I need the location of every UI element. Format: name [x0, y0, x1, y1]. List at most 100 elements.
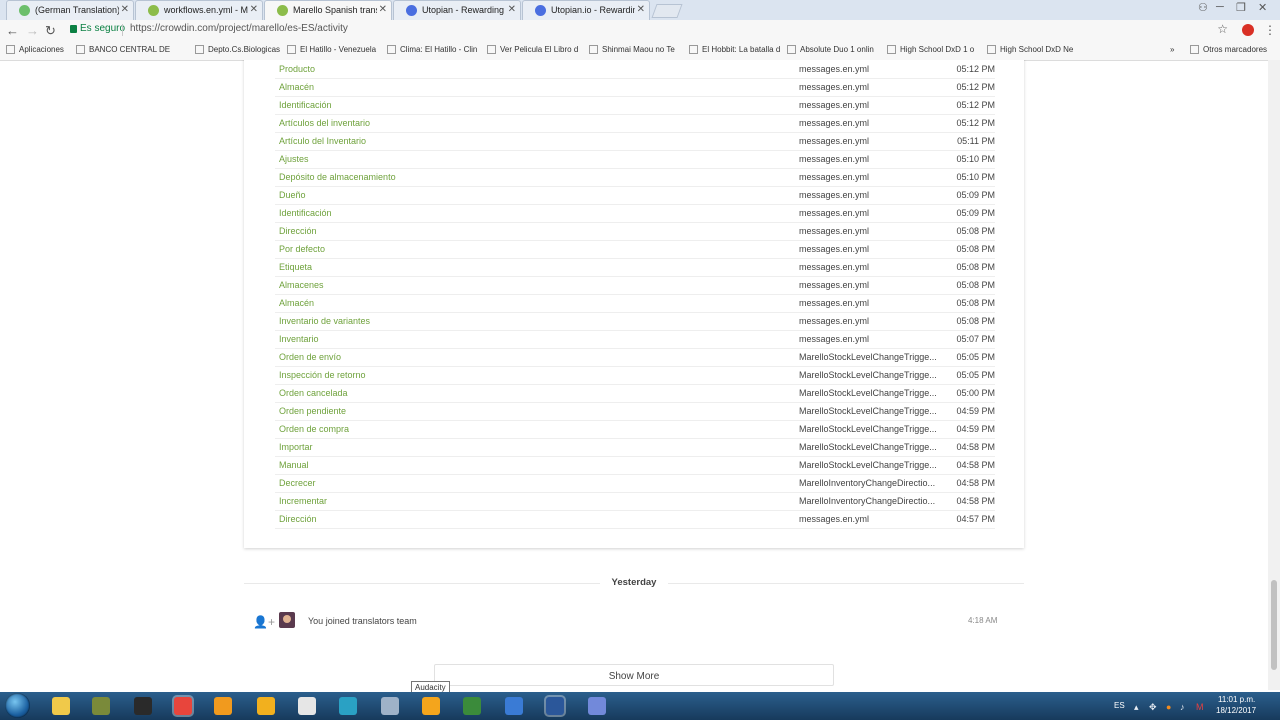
explorer-icon[interactable]: [52, 697, 70, 715]
translated-string-link[interactable]: Orden de compra: [279, 424, 349, 434]
translated-string-link[interactable]: Orden cancelada: [279, 388, 348, 398]
bookmark-item[interactable]: El Hobbit: La batalla d: [689, 45, 780, 54]
close-tab-icon[interactable]: ✕: [379, 4, 387, 15]
apps-grid-icon: [6, 45, 15, 54]
minimize-icon[interactable]: ─: [1216, 1, 1224, 13]
close-tab-icon[interactable]: ✕: [250, 4, 258, 15]
browser-tab[interactable]: (German Translation) e2✕: [6, 0, 134, 20]
bookmark-item[interactable]: El Hatillo - Venezuela: [287, 45, 376, 54]
activity-time: 04:58 PM: [956, 460, 995, 470]
activity-time: 04:58 PM: [956, 442, 995, 452]
new-tab-button[interactable]: [651, 4, 683, 18]
url-text[interactable]: https://crowdin.com/project/marello/es-E…: [130, 23, 348, 34]
bookmark-item[interactable]: Ver Pelicula El Libro d: [487, 45, 578, 54]
bookmarks-overflow-icon[interactable]: »: [1170, 45, 1174, 54]
activity-card: Producto messages.en.yml 05:12 PM Almacén me…: [244, 60, 1024, 548]
translated-string-link[interactable]: Manual: [279, 460, 309, 470]
activity-row: Manual MarelloStockLevelChangeTrigge... 04…: [275, 456, 995, 475]
close-tab-icon[interactable]: ✕: [121, 4, 129, 15]
extension-icon[interactable]: [1242, 24, 1254, 36]
browser-tab[interactable]: workflows.en.yml - Mare✕: [135, 0, 263, 20]
forward-icon[interactable]: →: [26, 23, 39, 38]
translated-string-link[interactable]: Almacenes: [279, 280, 324, 290]
bookmark-item[interactable]: Depto.Cs.Biologicas: [195, 45, 280, 54]
translated-string-link[interactable]: Artículo del Inventario: [279, 136, 366, 146]
file-name: messages.en.yml: [799, 172, 870, 182]
translated-string-link[interactable]: Incrementar: [279, 496, 327, 506]
close-tab-icon[interactable]: ✕: [637, 4, 645, 15]
tray-app-icon[interactable]: ✥: [1149, 702, 1157, 713]
apps-grid-icon[interactable]: [257, 697, 275, 715]
translated-string-link[interactable]: Almacén: [279, 82, 314, 92]
translated-string-link[interactable]: Inventario de variantes: [279, 316, 370, 326]
translated-string-link[interactable]: Inspección de retorno: [279, 370, 366, 380]
fifa-icon[interactable]: [134, 697, 152, 715]
reload-icon[interactable]: ↻: [45, 23, 56, 39]
address-bar[interactable]: Es seguro https://crowdin.com/project/ma…: [70, 22, 1228, 39]
globe-icon[interactable]: [339, 697, 357, 715]
menu-icon[interactable]: ⋮: [1264, 23, 1276, 37]
bookmark-label: Otros marcadores: [1203, 45, 1268, 54]
browser-tab[interactable]: Marello Spanish translat✕: [264, 0, 392, 20]
keyboard-icon[interactable]: [381, 697, 399, 715]
word-icon[interactable]: [546, 697, 564, 715]
team-event-text: You joined translators team: [308, 616, 417, 626]
clock-time[interactable]: 11:01 p.m.: [1218, 695, 1255, 704]
profile-icon[interactable]: ⚇: [1198, 1, 1208, 14]
translated-string-link[interactable]: Depósito de almacenamiento: [279, 172, 396, 182]
close-window-icon[interactable]: ✕: [1258, 1, 1267, 14]
translated-string-link[interactable]: Orden pendiente: [279, 406, 346, 416]
close-tab-icon[interactable]: ✕: [508, 4, 516, 15]
translated-string-link[interactable]: Artículos del inventario: [279, 118, 370, 128]
bookmark-item[interactable]: Aplicaciones: [6, 45, 64, 54]
translated-string-link[interactable]: Producto: [279, 64, 315, 74]
back-icon[interactable]: ←: [6, 23, 19, 38]
bookmark-item[interactable]: Clima: El Hatillo - Clin: [387, 45, 477, 54]
translated-string-link[interactable]: Identificación: [279, 100, 332, 110]
clock-date[interactable]: 18/12/2017: [1216, 706, 1256, 715]
bookmark-item[interactable]: Otros marcadores: [1190, 45, 1267, 54]
activity-time: 05:12 PM: [956, 82, 995, 92]
avatar[interactable]: [279, 612, 295, 628]
tray-expand-icon[interactable]: ▴: [1134, 702, 1139, 713]
tree-icon[interactable]: [463, 697, 481, 715]
audacity-icon[interactable]: [422, 697, 440, 715]
browser-tab[interactable]: Utopian.io - Rewarding C✕: [522, 0, 650, 20]
game-icon[interactable]: [92, 697, 110, 715]
translated-string-link[interactable]: Orden de envío: [279, 352, 341, 362]
translated-string-link[interactable]: Por defecto: [279, 244, 325, 254]
scribe-icon[interactable]: [505, 697, 523, 715]
translated-string-link[interactable]: Identificación: [279, 208, 332, 218]
translated-string-link[interactable]: Decrecer: [279, 478, 316, 488]
translated-string-link[interactable]: Ajustes: [279, 154, 309, 164]
browser-tab[interactable]: Utopian - Rewarding Op✕: [393, 0, 521, 20]
language-indicator[interactable]: ES: [1114, 701, 1125, 710]
translated-string-link[interactable]: Dirección: [279, 514, 317, 524]
translated-string-link[interactable]: Dueño: [279, 190, 306, 200]
volume-icon[interactable]: ♪: [1180, 702, 1185, 712]
translated-string-link[interactable]: Importar: [279, 442, 313, 452]
bookmark-item[interactable]: Absolute Duo 1 onlin: [787, 45, 874, 54]
start-button[interactable]: [5, 693, 30, 718]
tab-favicon-icon: [535, 5, 546, 16]
antivirus-icon[interactable]: M: [1196, 702, 1204, 712]
restore-icon[interactable]: ❐: [1236, 1, 1246, 14]
show-more-button[interactable]: Show More: [434, 664, 834, 686]
translated-string-link[interactable]: Dirección: [279, 226, 317, 236]
bookmark-item[interactable]: High School DxD Ne: [987, 45, 1073, 54]
translated-string-link[interactable]: Inventario: [279, 334, 319, 344]
file-name: messages.en.yml: [799, 280, 870, 290]
bookmark-star-icon[interactable]: ☆: [1217, 22, 1228, 36]
bookmark-item[interactable]: High School DxD 1 o: [887, 45, 974, 54]
scrollbar-thumb[interactable]: [1271, 580, 1277, 670]
translated-string-link[interactable]: Etiqueta: [279, 262, 312, 272]
chrome-icon[interactable]: [174, 697, 192, 715]
skull-icon[interactable]: [298, 697, 316, 715]
bookmark-item[interactable]: Shinmai Maou no Te: [589, 45, 675, 54]
discord-icon[interactable]: [588, 697, 606, 715]
page-scrollbar[interactable]: [1268, 60, 1280, 690]
bookmark-item[interactable]: BANCO CENTRAL DE: [76, 45, 170, 54]
tray-app-icon[interactable]: ●: [1166, 702, 1171, 712]
translated-string-link[interactable]: Almacén: [279, 298, 314, 308]
media-player-icon[interactable]: [214, 697, 232, 715]
